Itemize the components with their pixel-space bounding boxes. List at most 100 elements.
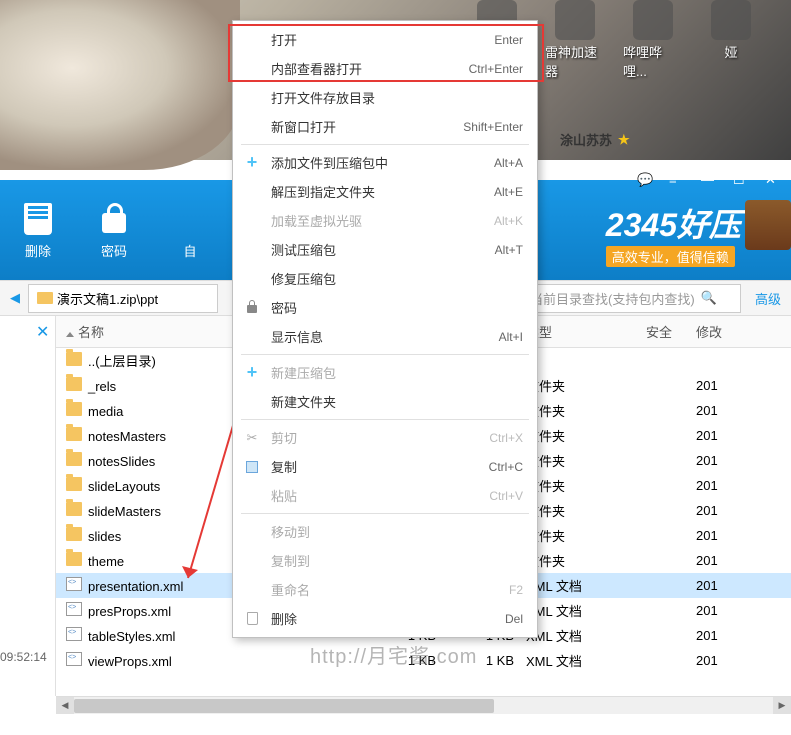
file-packed-size: 1 KB xyxy=(436,653,526,668)
folder-icon xyxy=(66,502,82,516)
menu-label: 密码 xyxy=(271,298,523,317)
context-menu: 打开Enter内部查看器打开Ctrl+Enter打开文件存放目录新窗口打开Shi… xyxy=(232,20,538,638)
menu-label: 修复压缩包 xyxy=(271,269,523,288)
menu-item[interactable]: 打开文件存放目录 xyxy=(233,83,537,112)
menu-item[interactable]: +添加文件到压缩包中Alt+A xyxy=(233,148,537,177)
col-type[interactable]: 类型 xyxy=(526,322,646,341)
menu-label: 剪切 xyxy=(271,428,489,447)
menu-label: 测试压缩包 xyxy=(271,240,495,259)
menu-item[interactable]: 打开Enter xyxy=(233,25,537,54)
file-type: 文件夹 xyxy=(526,426,646,445)
file-modified: 201 xyxy=(696,628,781,643)
col-security[interactable]: 安全 xyxy=(646,322,696,341)
xml-file-icon xyxy=(66,602,82,616)
plus-icon: + xyxy=(243,364,261,382)
menu-item[interactable]: 修复压缩包 xyxy=(233,264,537,293)
file-name: slideMasters xyxy=(88,504,161,519)
copy-icon xyxy=(243,458,261,476)
menu-separator xyxy=(241,419,529,420)
advanced-link[interactable]: 高级 xyxy=(755,289,781,308)
menu-label: 内部查看器打开 xyxy=(271,59,469,78)
file-type: XML 文档 xyxy=(526,576,646,595)
file-name: viewProps.xml xyxy=(88,654,172,669)
timestamp: 09:52:14 xyxy=(0,650,47,664)
window-title: 涂山苏苏★ xyxy=(560,130,630,149)
menu-item: +新建压缩包 xyxy=(233,358,537,387)
menu-shortcut: Del xyxy=(505,612,523,626)
file-modified: 201 xyxy=(696,653,781,668)
back-icon[interactable]: ◀ xyxy=(10,290,20,306)
file-name: notesMasters xyxy=(88,429,166,444)
desktop-icon-ya[interactable]: 娅 xyxy=(701,0,761,80)
file-name: media xyxy=(88,404,123,419)
menu-item: ✂剪切Ctrl+X xyxy=(233,423,537,452)
file-modified: 201 xyxy=(696,553,781,568)
file-row[interactable]: viewProps.xml1 KB1 KBXML 文档201 xyxy=(56,648,791,673)
menu-label: 打开文件存放目录 xyxy=(271,88,523,107)
menu-shortcut: Ctrl+V xyxy=(489,489,523,503)
menu-shortcut: Alt+I xyxy=(499,330,523,344)
folder-icon xyxy=(66,352,82,366)
path-input[interactable]: 演示文稿1.zip\ppt xyxy=(28,284,218,313)
scissors-icon: ✂ xyxy=(243,429,261,447)
file-modified: 201 xyxy=(696,453,781,468)
file-name: ..(上层目录) xyxy=(88,354,156,369)
menu-shortcut: F2 xyxy=(509,583,523,597)
password-button[interactable]: 密码 xyxy=(96,201,132,260)
delete-button[interactable]: 删除 xyxy=(20,201,56,260)
self-button[interactable]: 自 xyxy=(172,201,208,260)
menu-separator xyxy=(241,354,529,355)
plus-icon: + xyxy=(243,154,261,172)
menu-label: 新建文件夹 xyxy=(271,392,523,411)
horizontal-scrollbar[interactable]: ◀ ▶ xyxy=(56,696,791,714)
lock-icon xyxy=(102,213,126,233)
desktop-icon-leishen[interactable]: 雷神加速器 xyxy=(545,0,605,80)
close-icon[interactable]: ✕ xyxy=(765,172,779,186)
menu-item[interactable]: 测试压缩包Alt+T xyxy=(233,235,537,264)
search-input[interactable]: 当前目录查找(支持包内查找) 🔍 xyxy=(521,284,741,313)
file-name: presentation.xml xyxy=(88,579,183,594)
menu-icon[interactable]: ≡ xyxy=(669,172,683,186)
menu-shortcut: Alt+K xyxy=(494,214,523,228)
file-type: XML 文档 xyxy=(526,601,646,620)
folder-icon xyxy=(66,452,82,466)
file-name: slides xyxy=(88,529,121,544)
menu-item[interactable]: 密码 xyxy=(233,293,537,322)
menu-label: 删除 xyxy=(271,609,505,628)
scroll-right-icon[interactable]: ▶ xyxy=(773,697,791,714)
maximize-icon[interactable]: ☐ xyxy=(733,172,747,186)
file-modified: 201 xyxy=(696,378,781,393)
chat-icon[interactable]: 💬 xyxy=(637,172,651,186)
search-icon[interactable]: 🔍 xyxy=(701,290,717,306)
file-modified: 201 xyxy=(696,503,781,518)
scroll-left-icon[interactable]: ◀ xyxy=(56,697,74,714)
scrollbar-thumb[interactable] xyxy=(74,699,494,713)
desktop-icon-bilibili[interactable]: 哗哩哗哩... xyxy=(623,0,683,80)
window-controls: 💬 ≡ — ☐ ✕ xyxy=(637,172,779,186)
menu-label: 解压到指定文件夹 xyxy=(271,182,494,201)
file-modified: 201 xyxy=(696,603,781,618)
menu-label: 新窗口打开 xyxy=(271,117,463,136)
xml-file-icon xyxy=(66,627,82,641)
menu-item[interactable]: 显示信息Alt+I xyxy=(233,322,537,351)
file-name: theme xyxy=(88,554,124,569)
menu-item[interactable]: 删除Del xyxy=(233,604,537,633)
menu-shortcut: Ctrl+Enter xyxy=(469,62,523,76)
menu-shortcut: Alt+E xyxy=(494,185,523,199)
col-modified[interactable]: 修改 xyxy=(696,322,781,341)
menu-item: 重命名F2 xyxy=(233,575,537,604)
menu-item[interactable]: 内部查看器打开Ctrl+Enter xyxy=(233,54,537,83)
menu-item[interactable]: 新窗口打开Shift+Enter xyxy=(233,112,537,141)
menu-item[interactable]: 复制Ctrl+C xyxy=(233,452,537,481)
menu-shortcut: Alt+A xyxy=(494,156,523,170)
sidebar-close-icon[interactable]: ✕ xyxy=(0,316,55,342)
menu-shortcut: Alt+T xyxy=(495,243,523,257)
xml-file-icon xyxy=(66,652,82,666)
folder-icon xyxy=(66,377,82,391)
menu-item: 复制到 xyxy=(233,546,537,575)
menu-item[interactable]: 新建文件夹 xyxy=(233,387,537,416)
minimize-icon[interactable]: — xyxy=(701,172,715,186)
menu-item[interactable]: 解压到指定文件夹Alt+E xyxy=(233,177,537,206)
file-modified: 201 xyxy=(696,428,781,443)
file-type: 文件夹 xyxy=(526,451,646,470)
